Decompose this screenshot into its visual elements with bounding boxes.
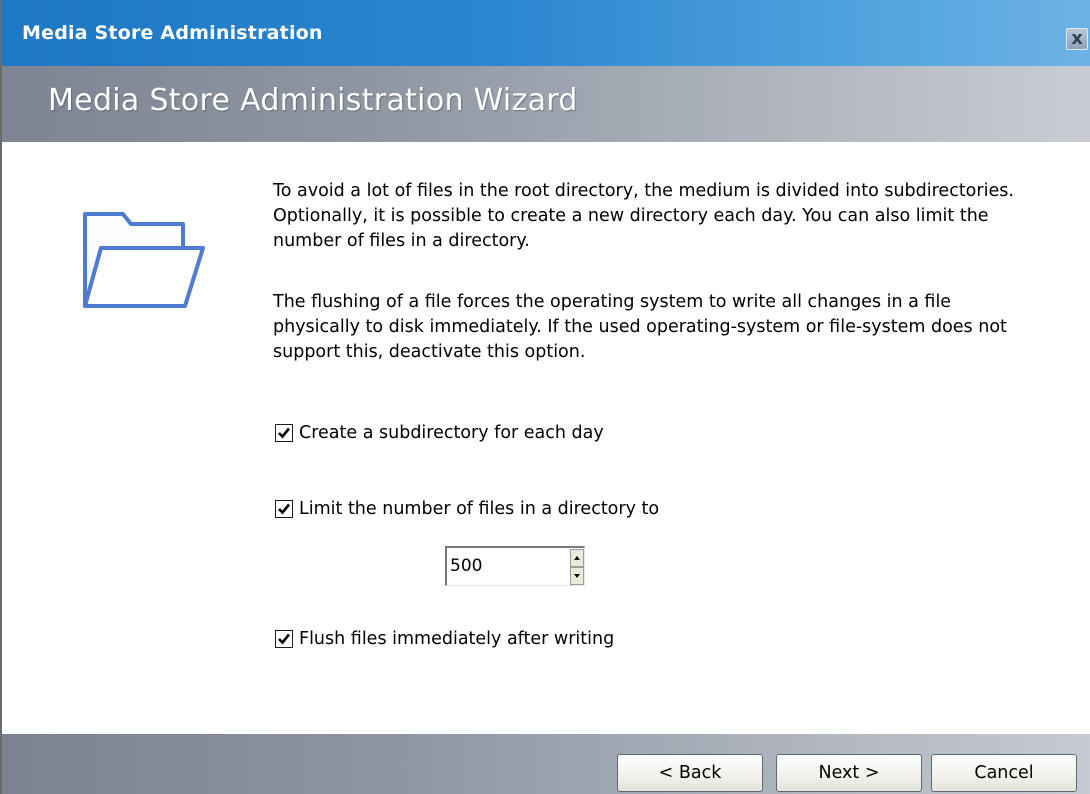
checkmark-icon [278, 427, 291, 439]
subdirectory-per-day-label: Create a subdirectory for each day [299, 423, 604, 443]
checkmark-icon [278, 633, 291, 645]
arrow-up-icon [574, 556, 580, 560]
option-limit-files[interactable]: Limit the number of files in a directory… [275, 497, 659, 521]
flush-files-checkbox[interactable] [275, 630, 293, 648]
close-icon: x [1071, 28, 1083, 49]
option-subdirectory-per-day[interactable]: Create a subdirectory for each day [275, 421, 604, 445]
intro-paragraph: To avoid a lot of files in the root dire… [273, 181, 1014, 251]
media-store-admin-window: Media Store Administration x Media Store… [0, 0, 1090, 794]
title-bar[interactable]: Media Store Administration x [2, 0, 1090, 66]
cancel-button[interactable]: Cancel [931, 754, 1077, 792]
folder-icon [83, 212, 205, 308]
limit-files-checkbox[interactable] [275, 500, 293, 518]
next-button[interactable]: Next > [776, 754, 922, 792]
flush-files-label: Flush files immediately after writing [299, 629, 615, 649]
wizard-header: Media Store Administration Wizard [2, 66, 1090, 142]
wizard-footer: < Back Next > Cancel [2, 734, 1090, 794]
subdirectory-per-day-checkbox[interactable] [275, 424, 293, 442]
wizard-title: Media Store Administration Wizard [48, 83, 578, 118]
file-limit-stepper[interactable]: 500 [445, 546, 585, 586]
limit-files-label: Limit the number of files in a directory… [299, 499, 660, 519]
arrow-down-icon [574, 574, 580, 578]
window-title: Media Store Administration [22, 22, 323, 44]
file-limit-value[interactable]: 500 [450, 556, 482, 576]
stepper-up-button[interactable] [570, 549, 584, 567]
option-flush-files[interactable]: Flush files immediately after writing [275, 627, 614, 651]
back-button[interactable]: < Back [617, 754, 763, 792]
flush-info-paragraph: The flushing of a file forces the operat… [273, 292, 1007, 362]
checkmark-icon [278, 503, 291, 515]
close-button[interactable]: x [1066, 28, 1088, 50]
stepper-down-button[interactable] [570, 567, 584, 585]
